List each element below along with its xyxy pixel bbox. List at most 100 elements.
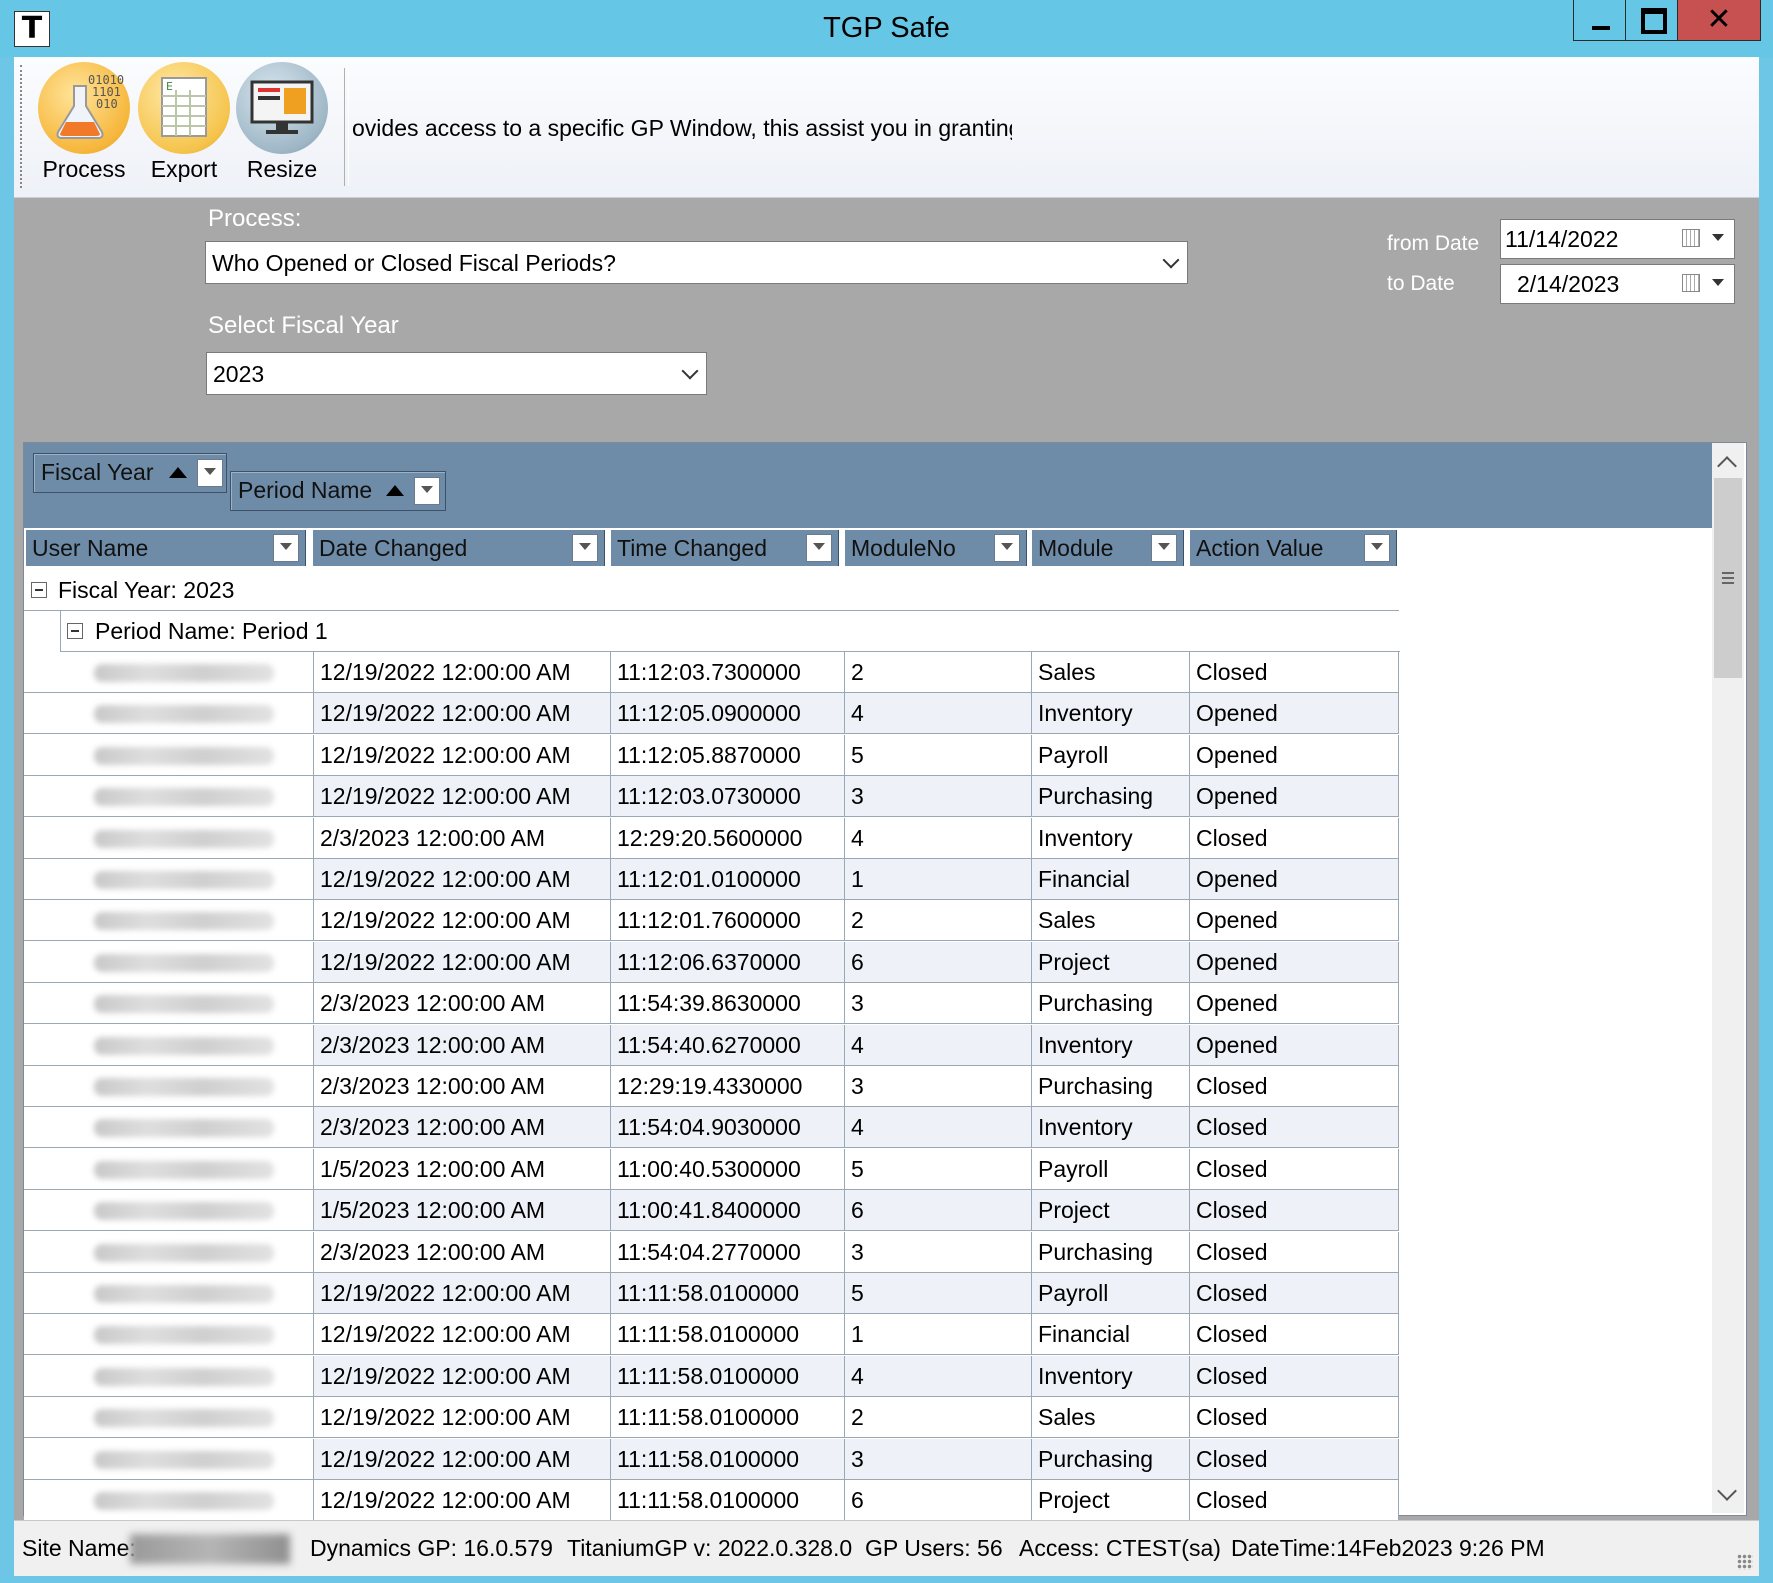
cell-user-name[interactable] — [24, 735, 313, 776]
column-header-date-changed[interactable]: Date Changed — [313, 530, 605, 566]
cell-user-name[interactable] — [24, 1397, 313, 1438]
cell-moduleno[interactable]: 2 — [845, 900, 1032, 941]
cell-moduleno[interactable]: 4 — [845, 818, 1032, 859]
cell-action-value[interactable]: Closed — [1190, 1232, 1399, 1273]
table-row[interactable]: 12/19/2022 12:00:00 AM 11:11:58.0100000 5 P… — [24, 1273, 1399, 1314]
cell-module[interactable]: Inventory — [1032, 693, 1190, 734]
fiscal-year-select[interactable]: 2023 — [206, 352, 707, 395]
close-button[interactable]: ✕ — [1677, 0, 1761, 41]
column-header-action-value[interactable]: Action Value — [1190, 530, 1397, 566]
process-button[interactable]: 01010 1101 010 Process — [30, 62, 138, 192]
cell-user-name[interactable] — [24, 1480, 313, 1521]
cell-date-changed[interactable]: 2/3/2023 12:00:00 AM — [313, 1066, 611, 1107]
cell-date-changed[interactable]: 12/19/2022 12:00:00 AM — [313, 652, 611, 693]
cell-date-changed[interactable]: 12/19/2022 12:00:00 AM — [313, 1480, 611, 1521]
cell-user-name[interactable] — [24, 983, 313, 1024]
cell-time-changed[interactable]: 11:12:06.6370000 — [611, 942, 845, 983]
table-row[interactable]: 1/5/2023 12:00:00 AM 11:00:40.5300000 5 Pay… — [24, 1149, 1399, 1190]
column-header-moduleno[interactable]: ModuleNo — [845, 530, 1027, 566]
cell-module[interactable]: Payroll — [1032, 1273, 1190, 1314]
table-row[interactable]: 2/3/2023 12:00:00 AM 11:54:40.6270000 4 Inv… — [24, 1025, 1399, 1066]
cell-time-changed[interactable]: 11:00:40.5300000 — [611, 1149, 845, 1190]
cell-module[interactable]: Payroll — [1032, 1149, 1190, 1190]
cell-action-value[interactable]: Closed — [1190, 818, 1399, 859]
cell-time-changed[interactable]: 12:29:19.4330000 — [611, 1066, 845, 1107]
cell-time-changed[interactable]: 11:12:05.8870000 — [611, 735, 845, 776]
filter-dropdown-icon[interactable] — [994, 534, 1020, 562]
cell-time-changed[interactable]: 11:54:04.9030000 — [611, 1107, 845, 1148]
cell-module[interactable]: Inventory — [1032, 1107, 1190, 1148]
cell-module[interactable]: Purchasing — [1032, 1439, 1190, 1480]
cell-date-changed[interactable]: 12/19/2022 12:00:00 AM — [313, 942, 611, 983]
export-button[interactable]: E Export — [132, 62, 236, 192]
cell-user-name[interactable] — [24, 1439, 313, 1480]
cell-action-value[interactable]: Closed — [1190, 1149, 1399, 1190]
minimize-button[interactable] — [1573, 0, 1627, 41]
cell-user-name[interactable] — [24, 900, 313, 941]
cell-moduleno[interactable]: 5 — [845, 735, 1032, 776]
cell-user-name[interactable] — [24, 1107, 313, 1148]
cell-user-name[interactable] — [24, 652, 313, 693]
cell-user-name[interactable] — [24, 1066, 313, 1107]
cell-time-changed[interactable]: 11:54:04.2770000 — [611, 1232, 845, 1273]
cell-user-name[interactable] — [24, 818, 313, 859]
cell-action-value[interactable]: Closed — [1190, 1066, 1399, 1107]
cell-date-changed[interactable]: 12/19/2022 12:00:00 AM — [313, 1397, 611, 1438]
table-row[interactable]: 12/19/2022 12:00:00 AM 11:11:58.0100000 1 F… — [24, 1314, 1399, 1355]
group-row-fiscal-year[interactable]: Fiscal Year: 2023 — [24, 570, 1399, 611]
group-chip-period-name[interactable]: Period Name — [230, 471, 446, 511]
cell-user-name[interactable] — [24, 693, 313, 734]
cell-date-changed[interactable]: 2/3/2023 12:00:00 AM — [313, 1232, 611, 1273]
toolbar-grip[interactable] — [20, 65, 24, 188]
cell-user-name[interactable] — [24, 1232, 313, 1273]
cell-action-value[interactable]: Opened — [1190, 735, 1399, 776]
cell-action-value[interactable]: Opened — [1190, 900, 1399, 941]
size-grip-icon[interactable] — [1737, 1554, 1753, 1570]
cell-moduleno[interactable]: 3 — [845, 1439, 1032, 1480]
cell-date-changed[interactable]: 2/3/2023 12:00:00 AM — [313, 818, 611, 859]
cell-time-changed[interactable]: 11:12:01.7600000 — [611, 900, 845, 941]
cell-time-changed[interactable]: 12:29:20.5600000 — [611, 818, 845, 859]
cell-date-changed[interactable]: 2/3/2023 12:00:00 AM — [313, 1025, 611, 1066]
table-row[interactable]: 12/19/2022 12:00:00 AM 11:12:03.0730000 3 P… — [24, 776, 1399, 817]
table-row[interactable]: 12/19/2022 12:00:00 AM 11:12:01.7600000 2 S… — [24, 900, 1399, 941]
cell-date-changed[interactable]: 12/19/2022 12:00:00 AM — [313, 1439, 611, 1480]
table-row[interactable]: 12/19/2022 12:00:00 AM 11:12:05.8870000 5 P… — [24, 735, 1399, 776]
to-date-picker[interactable]: 2/14/2023 — [1500, 264, 1735, 304]
cell-action-value[interactable]: Closed — [1190, 1356, 1399, 1397]
cell-time-changed[interactable]: 11:11:58.0100000 — [611, 1439, 845, 1480]
cell-time-changed[interactable]: 11:11:58.0100000 — [611, 1480, 845, 1521]
cell-moduleno[interactable]: 6 — [845, 942, 1032, 983]
cell-moduleno[interactable]: 2 — [845, 1397, 1032, 1438]
cell-time-changed[interactable]: 11:11:58.0100000 — [611, 1356, 845, 1397]
cell-date-changed[interactable]: 12/19/2022 12:00:00 AM — [313, 900, 611, 941]
cell-user-name[interactable] — [24, 1356, 313, 1397]
cell-module[interactable]: Purchasing — [1032, 983, 1190, 1024]
filter-dropdown-icon[interactable] — [273, 534, 299, 562]
from-date-picker[interactable]: 11/14/2022 — [1500, 219, 1735, 259]
group-chip-fiscal-year[interactable]: Fiscal Year — [33, 453, 227, 493]
column-header-module[interactable]: Module — [1032, 530, 1184, 566]
resize-button[interactable]: Resize — [232, 62, 332, 192]
cell-time-changed[interactable]: 11:12:03.7300000 — [611, 652, 845, 693]
cell-action-value[interactable]: Closed — [1190, 1273, 1399, 1314]
cell-module[interactable]: Purchasing — [1032, 1066, 1190, 1107]
collapse-icon[interactable] — [67, 623, 83, 639]
cell-action-value[interactable]: Opened — [1190, 776, 1399, 817]
cell-module[interactable]: Purchasing — [1032, 776, 1190, 817]
cell-action-value[interactable]: Closed — [1190, 1107, 1399, 1148]
cell-module[interactable]: Financial — [1032, 1314, 1190, 1355]
table-row[interactable]: 12/19/2022 12:00:00 AM 11:11:58.0100000 3 P… — [24, 1439, 1399, 1480]
cell-user-name[interactable] — [24, 1025, 313, 1066]
cell-moduleno[interactable]: 1 — [845, 1314, 1032, 1355]
cell-moduleno[interactable]: 4 — [845, 1025, 1032, 1066]
table-row[interactable]: 12/19/2022 12:00:00 AM 11:12:05.0900000 4 I… — [24, 693, 1399, 734]
filter-dropdown-icon[interactable] — [1364, 534, 1390, 562]
table-row[interactable]: 2/3/2023 12:00:00 AM 11:54:04.2770000 3 Pur… — [24, 1232, 1399, 1273]
process-select[interactable]: Who Opened or Closed Fiscal Periods? — [205, 241, 1188, 284]
cell-user-name[interactable] — [24, 776, 313, 817]
maximize-button[interactable] — [1625, 0, 1679, 41]
table-row[interactable]: 2/3/2023 12:00:00 AM 12:29:19.4330000 3 Pur… — [24, 1066, 1399, 1107]
cell-moduleno[interactable]: 3 — [845, 776, 1032, 817]
cell-user-name[interactable] — [24, 1273, 313, 1314]
